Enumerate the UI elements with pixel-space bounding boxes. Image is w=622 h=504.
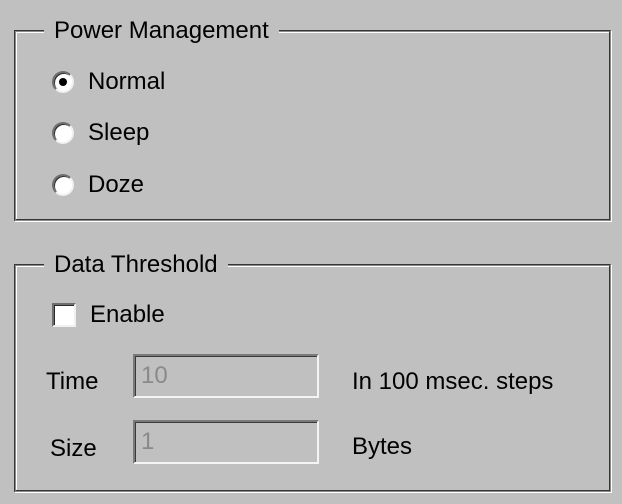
size-unit-label: Bytes: [352, 433, 413, 460]
radio-normal-label[interactable]: Normal: [88, 68, 165, 96]
size-input[interactable]: 1: [133, 420, 319, 464]
enable-label[interactable]: Enable: [90, 301, 165, 329]
radio-normal[interactable]: Normal: [52, 68, 165, 96]
radio-normal-indicator[interactable]: [52, 71, 74, 93]
size-label: Size: [50, 435, 97, 462]
time-label: Time: [46, 368, 99, 395]
data-threshold-title: Data Threshold: [44, 251, 228, 279]
data-threshold-group: Data Threshold Enable Time 10 In 100 mse…: [14, 251, 611, 492]
time-unit-label: In 100 msec. steps: [352, 368, 554, 395]
time-input[interactable]: 10: [133, 354, 319, 398]
radio-doze-label[interactable]: Doze: [88, 171, 144, 199]
enable-checkbox-row[interactable]: Enable: [52, 301, 165, 329]
radio-doze[interactable]: Doze: [52, 171, 144, 199]
radio-sleep-label[interactable]: Sleep: [88, 119, 149, 147]
power-management-group: Power Management Normal Sleep Doze: [14, 17, 611, 221]
radio-selected-dot: [59, 78, 67, 86]
power-management-title: Power Management: [44, 17, 279, 45]
radio-sleep-indicator[interactable]: [52, 122, 74, 144]
radio-doze-indicator[interactable]: [52, 174, 74, 196]
radio-sleep[interactable]: Sleep: [52, 119, 149, 147]
enable-checkbox[interactable]: [52, 303, 76, 327]
